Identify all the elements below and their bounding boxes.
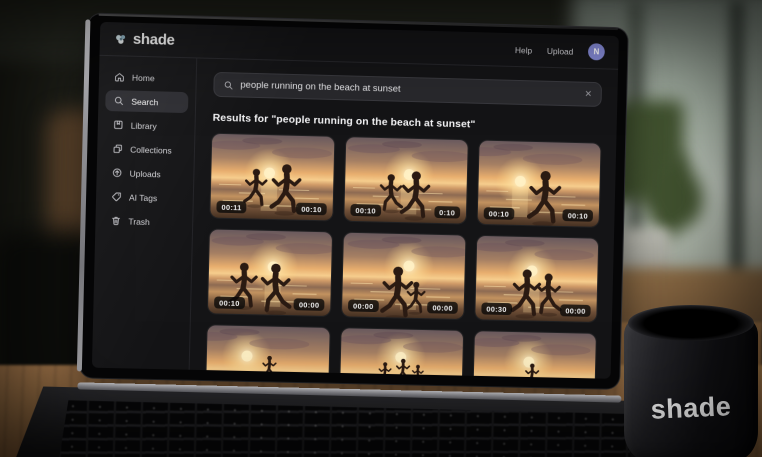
- sidebar-item-library[interactable]: Library: [105, 114, 188, 137]
- duration-badge-left: 00:10: [350, 204, 381, 217]
- laptop-keyboard: [58, 400, 634, 457]
- sidebar-item-label: Collections: [130, 144, 172, 155]
- app-title: shade: [133, 31, 175, 49]
- trash-icon: [110, 215, 121, 226]
- shade-app-window: shade Help Upload N Home Search Library Col…: [92, 22, 619, 379]
- office-scene: shade Help Upload N Home Search Library Col…: [0, 0, 762, 457]
- help-link[interactable]: Help: [515, 45, 532, 55]
- collections-icon: [112, 143, 123, 154]
- main-content: ✕ Results for "people running on the bea…: [190, 58, 618, 378]
- upload-circle-icon: [112, 167, 123, 178]
- laptop-base: [7, 381, 685, 457]
- video-card[interactable]: 00:11 00:10: [210, 134, 334, 221]
- video-card[interactable]: 00:10 00:00: [208, 229, 332, 316]
- upload-button[interactable]: Upload: [547, 46, 574, 57]
- mug-brand-label: shade: [621, 390, 760, 427]
- search-bar[interactable]: ✕: [213, 72, 602, 107]
- video-card-partial[interactable]: [473, 331, 596, 379]
- duration-badge-right: 00:00: [294, 298, 325, 311]
- results-grid: 00:1100:1000:100:1000:1000:1000:1000:000…: [206, 134, 601, 379]
- duration-badge-left: 00:30: [481, 303, 512, 316]
- sidebar-item-uploads[interactable]: Uploads: [103, 162, 186, 185]
- duration-badge-left: 00:00: [348, 299, 379, 312]
- library-icon: [113, 119, 124, 130]
- video-thumbnail: [206, 325, 330, 379]
- sidebar-item-label: Library: [131, 120, 157, 131]
- sidebar-item-trash[interactable]: Trash: [102, 210, 185, 233]
- video-card[interactable]: 00:10 0:10: [344, 137, 468, 224]
- search-icon: [113, 95, 124, 106]
- window-frame-bar: [730, 0, 744, 300]
- sidebar-item-label: Search: [131, 96, 158, 107]
- duration-badge-right: 00:00: [560, 304, 590, 317]
- laptop-screen: shade Help Upload N Home Search Library Col…: [80, 14, 628, 389]
- video-thumbnail: [473, 331, 596, 379]
- search-input[interactable]: [240, 80, 578, 100]
- video-card[interactable]: 00:10 00:10: [478, 141, 601, 227]
- sidebar-item-label: Home: [132, 72, 155, 83]
- duration-badge-right: 00:10: [296, 203, 327, 216]
- mug-opening: [628, 305, 754, 341]
- shade-logo-icon: [114, 32, 128, 46]
- laptop: shade Help Upload N Home Search Library Col…: [55, 5, 647, 457]
- duration-badge-left: 00:11: [216, 201, 246, 214]
- tag-icon: [111, 191, 122, 202]
- sidebar-item-label: AI Tags: [129, 192, 157, 203]
- sidebar-item-home[interactable]: Home: [106, 66, 189, 89]
- duration-badge-right: 00:10: [563, 209, 593, 222]
- search-icon: [223, 80, 233, 90]
- coffee-mug: shade: [622, 305, 760, 457]
- home-icon: [114, 71, 125, 82]
- video-card[interactable]: 00:30 00:00: [475, 236, 598, 322]
- sidebar-item-collections[interactable]: Collections: [104, 138, 187, 161]
- video-thumbnail: [340, 328, 464, 379]
- user-avatar[interactable]: N: [588, 43, 605, 60]
- duration-badge-right: 00:00: [427, 301, 458, 314]
- duration-badge-right: 0:10: [434, 206, 460, 219]
- sidebar: Home Search Library Collections Uploads AI Ta…: [92, 56, 197, 370]
- sidebar-item-label: Uploads: [130, 168, 161, 179]
- video-card-partial[interactable]: [206, 325, 330, 379]
- video-card-partial[interactable]: [340, 328, 464, 379]
- duration-badge-left: 00:10: [214, 296, 245, 309]
- video-card[interactable]: 00:00 00:00: [342, 233, 466, 319]
- clear-search-icon[interactable]: ✕: [584, 90, 592, 99]
- sidebar-item-label: Trash: [128, 216, 150, 227]
- duration-badge-left: 00:10: [484, 207, 515, 220]
- results-heading: Results for "people running on the beach…: [213, 112, 602, 134]
- sidebar-item-search[interactable]: Search: [105, 90, 188, 113]
- sidebar-item-ai-tags[interactable]: AI Tags: [103, 186, 186, 209]
- shade-logo[interactable]: shade: [114, 30, 175, 49]
